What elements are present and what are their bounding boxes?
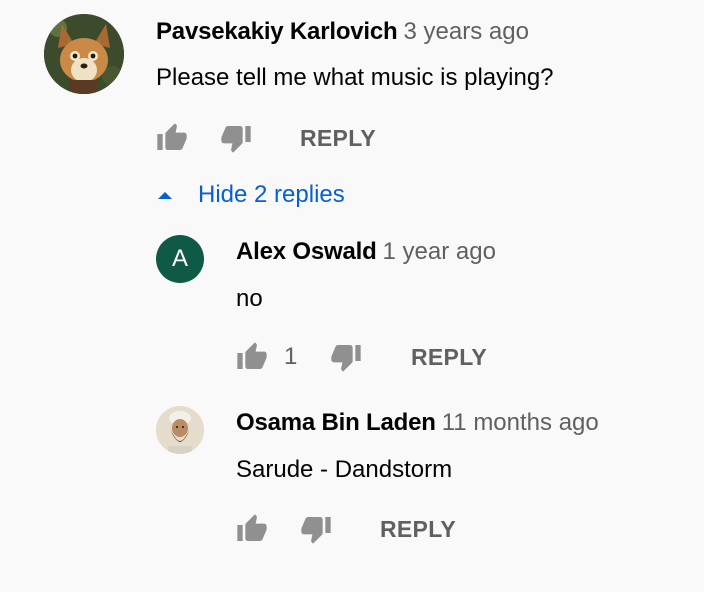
bearded-man-avatar-icon[interactable] (156, 406, 204, 454)
like-button[interactable] (236, 513, 268, 545)
thumbs-down-icon (331, 345, 361, 372)
hide-replies-toggle[interactable]: Hide 2 replies (152, 178, 345, 212)
caret-up-icon (158, 191, 172, 199)
reply-timestamp[interactable]: 1 year ago (383, 238, 496, 265)
reply-header: Alex Oswald 1 year ago (236, 237, 496, 267)
comment-author[interactable]: Pavsekakiy Karlovich (156, 18, 398, 45)
thumbs-down-icon (221, 126, 251, 153)
thumbs-up-icon (237, 342, 267, 369)
thumbs-down-icon (301, 517, 331, 544)
reply-button[interactable]: REPLY (300, 123, 376, 153)
reply-author[interactable]: Osama Bin Laden (236, 409, 436, 436)
dislike-button[interactable] (220, 122, 252, 154)
reply-author[interactable]: Alex Oswald (236, 238, 377, 265)
like-button[interactable] (236, 341, 268, 373)
letter-avatar[interactable]: A (156, 235, 204, 283)
like-button[interactable] (156, 122, 188, 154)
reply-timestamp[interactable]: 11 months ago (442, 409, 599, 436)
fox-avatar-icon[interactable] (44, 14, 124, 94)
reply-button[interactable]: REPLY (411, 342, 487, 372)
reply-text: no (236, 285, 263, 312)
like-count: 1 (284, 343, 298, 370)
thumbs-up-icon (157, 123, 187, 150)
comment-text: Please tell me what music is playing? (156, 64, 554, 91)
dislike-button[interactable] (300, 513, 332, 545)
reply-header: Osama Bin Laden 11 months ago (236, 408, 599, 438)
dislike-button[interactable] (330, 341, 362, 373)
reply-button[interactable]: REPLY (380, 514, 456, 544)
comment-timestamp[interactable]: 3 years ago (404, 18, 529, 45)
thumbs-up-icon (237, 514, 267, 541)
reply-text: Sarude - Dandstorm (236, 456, 453, 483)
comment-header: Pavsekakiy Karlovich 3 years ago (156, 17, 529, 47)
hide-replies-label: Hide 2 replies (198, 181, 345, 208)
